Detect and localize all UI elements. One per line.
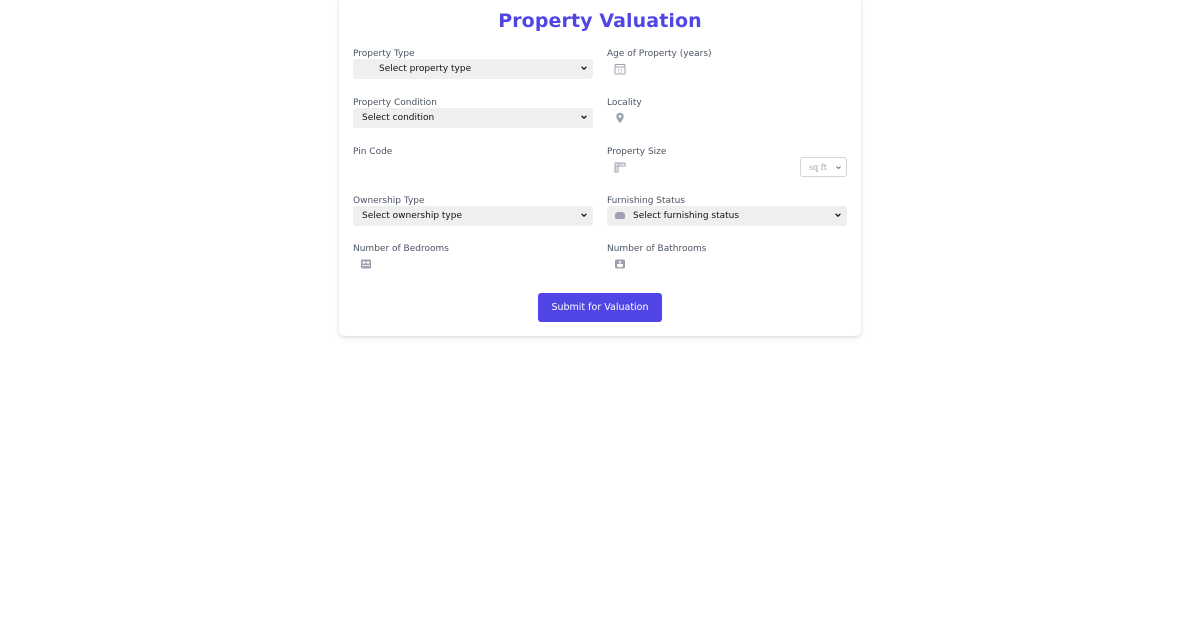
chevron-down-icon — [581, 115, 587, 120]
age-label: Age of Property (years) — [607, 49, 712, 59]
size-unit-select[interactable]: sq ft — [800, 157, 847, 177]
calendar-icon: 13 — [614, 64, 626, 75]
locality-input[interactable] — [607, 108, 847, 128]
locality-label: Locality — [607, 98, 642, 108]
bedrooms-field: Number of Bedrooms — [353, 244, 593, 284]
pin-code-field: Pin Code — [353, 147, 593, 187]
bedrooms-input[interactable] — [353, 254, 593, 274]
bathrooms-input[interactable] — [607, 254, 847, 274]
pin-code-label: Pin Code — [353, 147, 393, 157]
ownership-label: Ownership Type — [353, 196, 425, 206]
condition-label: Property Condition — [353, 98, 437, 108]
chevron-down-icon — [581, 213, 587, 218]
size-unit-value: sq ft — [809, 162, 827, 172]
age-input[interactable]: 13 — [607, 59, 847, 79]
pin-code-input[interactable] — [353, 157, 593, 177]
furnishing-value: Select furnishing status — [633, 211, 740, 221]
ownership-value: Select ownership type — [362, 211, 463, 221]
map-pin-icon — [616, 112, 624, 124]
chevron-down-icon — [836, 166, 841, 170]
age-field: Age of Property (years) 13 — [607, 49, 847, 89]
ownership-field: Ownership Type Select ownership type — [353, 196, 593, 236]
couch-icon — [615, 212, 625, 219]
ownership-select[interactable]: Select ownership type — [353, 206, 593, 226]
ruler-icon — [614, 162, 626, 173]
property-type-field: Property Type Select property type — [353, 49, 593, 89]
furnishing-select[interactable]: Select furnishing status — [607, 206, 847, 226]
locality-field: Locality — [607, 98, 847, 138]
bed-icon — [361, 259, 371, 269]
submit-button[interactable]: Submit for Valuation — [538, 293, 662, 322]
condition-value: Select condition — [362, 113, 435, 123]
property-size-input[interactable]: sq ft — [607, 157, 847, 177]
property-type-value: Select property type — [379, 64, 472, 74]
furnishing-field: Furnishing Status Select furnishing stat… — [607, 196, 847, 236]
condition-field: Property Condition Select condition — [353, 98, 593, 138]
chevron-down-icon — [835, 213, 841, 218]
svg-text:13: 13 — [617, 68, 623, 73]
condition-select[interactable]: Select condition — [353, 108, 593, 128]
bathrooms-label: Number of Bathrooms — [607, 244, 707, 254]
furnishing-label: Furnishing Status — [607, 196, 685, 206]
bedrooms-label: Number of Bedrooms — [353, 244, 449, 254]
chevron-down-icon — [581, 66, 587, 71]
valuation-form-card: Property Valuation Property Type Select … — [339, 0, 861, 336]
form-title: Property Valuation — [498, 10, 702, 32]
property-size-field: Property Size sq ft — [607, 147, 847, 187]
property-type-select[interactable]: Select property type — [353, 59, 593, 79]
bathrooms-field: Number of Bathrooms — [607, 244, 847, 284]
bath-icon — [615, 259, 625, 269]
property-size-label: Property Size — [607, 147, 667, 157]
property-type-label: Property Type — [353, 49, 415, 59]
